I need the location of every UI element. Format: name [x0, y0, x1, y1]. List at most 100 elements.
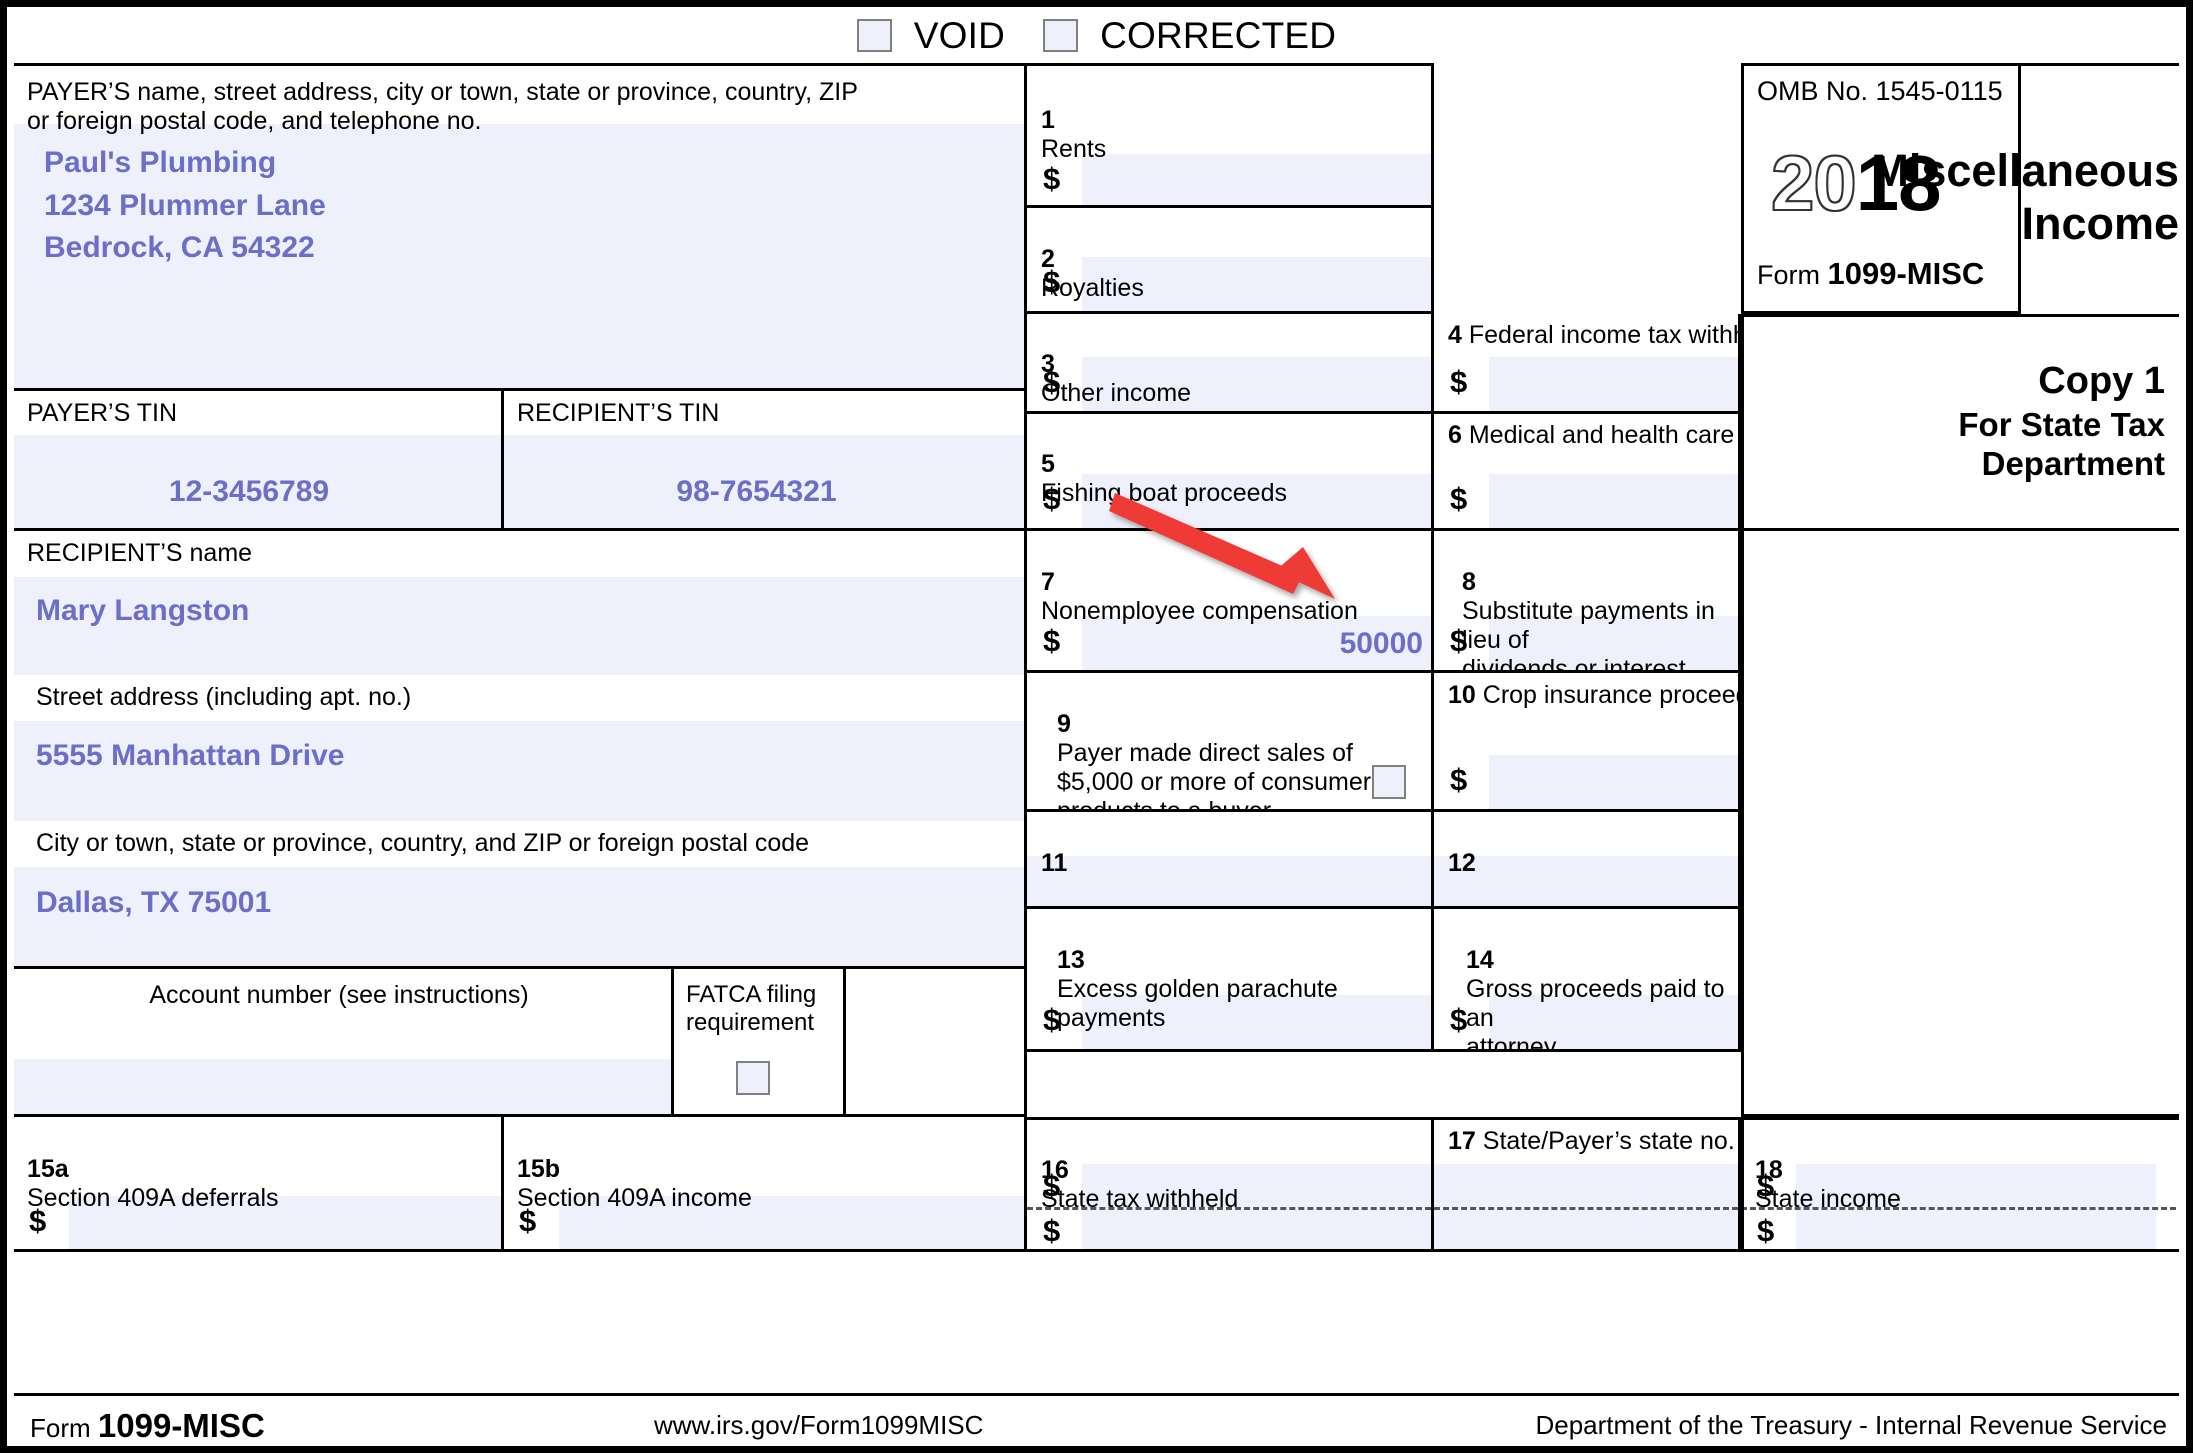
- box-15a-dollar-sign: $: [29, 1203, 47, 1238]
- recipient-city-block[interactable]: City or town, state or province, country…: [14, 821, 1027, 969]
- box-8-number: 8: [1462, 568, 1476, 596]
- box-17-divider: [1434, 1207, 1738, 1210]
- recipient-name-value: Mary Langston: [36, 594, 250, 627]
- box-3[interactable]: 3 Other income $: [1027, 314, 1434, 414]
- fatca-checkbox[interactable]: [736, 1061, 770, 1095]
- recipient-name-block[interactable]: RECIPIENT’S name Mary Langston: [14, 531, 1027, 675]
- void-checkbox[interactable]: [856, 18, 892, 52]
- box-12-shade: [1434, 856, 1738, 906]
- box-10-dollar-sign: $: [1450, 762, 1468, 797]
- box-8[interactable]: 8 Substitute payments in lieu of dividen…: [1434, 531, 1741, 673]
- box-16-dollar-sign-bottom: $: [1043, 1213, 1061, 1248]
- box-2[interactable]: 2 Royalties $: [1027, 208, 1434, 314]
- box-18-dollar-sign-top: $: [1757, 1168, 1775, 1203]
- box-17-shade-bottom: [1434, 1209, 1738, 1249]
- box-2-dollar-sign: $: [1043, 264, 1061, 299]
- box-15b-dollar-sign: $: [519, 1203, 537, 1238]
- box-13-dollar-sign: $: [1043, 1002, 1061, 1037]
- box-15a[interactable]: 15a Section 409A deferrals $: [14, 1117, 504, 1252]
- box-5[interactable]: 5 Fishing boat proceeds $: [1027, 414, 1434, 531]
- box-13[interactable]: 13 Excess golden parachute payments $: [1027, 909, 1434, 1052]
- box-18-dollar-sign-bottom: $: [1757, 1213, 1775, 1248]
- box-4-number: 4: [1448, 321, 1462, 349]
- void-label: VOID: [913, 14, 1006, 56]
- form-1099-misc-page: VOID CORRECTED PAYER’S name, street addr…: [0, 0, 2193, 1453]
- box-10-shade: [1489, 755, 1738, 809]
- box-7-label: Nonemployee compensation: [1041, 597, 1358, 625]
- box-17-number: 17: [1448, 1127, 1476, 1155]
- box-18[interactable]: 18 State income $ $: [1741, 1117, 2179, 1252]
- box-6-number: 6: [1448, 421, 1462, 449]
- box-14[interactable]: 14 Gross proceeds paid to an attorney $: [1434, 909, 1741, 1052]
- box-9[interactable]: 9 Payer made direct sales of $5,000 or m…: [1027, 673, 1434, 812]
- box-4[interactable]: 4 Federal income tax withheld $: [1434, 314, 1741, 414]
- box-15a-number: 15a: [27, 1155, 69, 1183]
- account-number-block[interactable]: Account number (see instructions): [14, 969, 674, 1117]
- box-1-shade: [1082, 154, 1431, 205]
- footer-form-word: Form: [30, 1413, 91, 1443]
- box-5-number: 5: [1041, 450, 1055, 478]
- box-10-label: Crop insurance proceeds: [1482, 681, 1741, 709]
- fatca-filler-block: [846, 969, 1027, 1117]
- fatca-block[interactable]: FATCA filing requirement: [674, 969, 846, 1117]
- box-16[interactable]: 16 State tax withheld $ $: [1027, 1117, 1434, 1252]
- box-4-label: Federal income tax withheld: [1468, 321, 1738, 349]
- recipient-tin-label: RECIPIENT’S TIN: [517, 399, 720, 427]
- box-6[interactable]: 6 Medical and health care payments $: [1434, 414, 1741, 531]
- box-9-number: 9: [1057, 710, 1071, 738]
- box-6-label: Medical and health care payments: [1468, 421, 1738, 449]
- recipient-tin-block[interactable]: RECIPIENT’S TIN 98-7654321: [504, 391, 1027, 531]
- footer-form-line: Form 1099-MISC: [30, 1407, 265, 1445]
- right-empty-column: [1741, 531, 2179, 1117]
- box-14-label: Gross proceeds paid to an attorney: [1466, 975, 1725, 1052]
- box-7-value: 50000: [1339, 627, 1423, 660]
- page-title: Miscellaneous Income: [1871, 145, 2179, 249]
- box-17-shade-top: [1434, 1164, 1738, 1208]
- corrected-checkbox-group[interactable]: CORRECTED: [1043, 17, 1336, 54]
- box-12-number: 12: [1448, 849, 1476, 877]
- box-9-checkbox[interactable]: [1372, 765, 1406, 799]
- box-15b-number: 15b: [517, 1155, 561, 1183]
- form-number-line: Form 1099-MISC: [1757, 256, 1984, 292]
- box-1[interactable]: 1 Rents $: [1027, 63, 1434, 208]
- right-column-divider: [1741, 63, 1744, 1252]
- box-11-number: 11: [1041, 849, 1068, 877]
- recipient-street-block[interactable]: Street address (including apt. no.) 5555…: [14, 675, 1027, 821]
- form-footer: Form 1099-MISC www.irs.gov/Form1099MISC …: [14, 1393, 2179, 1446]
- fatca-label: FATCA filing requirement: [686, 981, 817, 1036]
- recipient-city-label: City or town, state or province, country…: [36, 829, 810, 857]
- recipient-tin-value: 98-7654321: [676, 475, 837, 508]
- recipient-street-value: 5555 Manhattan Drive: [36, 739, 345, 772]
- box-18-shade-bottom: [1796, 1209, 2156, 1249]
- box-15b[interactable]: 15b Section 409A income $: [504, 1117, 1027, 1252]
- box-16-dollar-sign-top: $: [1043, 1168, 1061, 1203]
- corrected-checkbox[interactable]: [1043, 18, 1079, 52]
- form-number: 1099-MISC: [1827, 256, 1985, 291]
- footer-form-number: 1099-MISC: [97, 1407, 265, 1444]
- payer-block[interactable]: PAYER’S name, street address, city or to…: [14, 63, 1027, 391]
- box-17[interactable]: 17 State/Payer’s state no.: [1434, 1117, 1741, 1252]
- box-5-dollar-sign: $: [1043, 481, 1061, 516]
- box-11[interactable]: 11: [1027, 812, 1434, 909]
- box-7[interactable]: 7 Nonemployee compensation $ 50000: [1027, 531, 1434, 673]
- box-7-dollar-sign: $: [1043, 623, 1061, 658]
- payer-tin-block[interactable]: PAYER’S TIN 12-3456789: [14, 391, 504, 531]
- void-checkbox-group[interactable]: VOID: [856, 14, 1006, 56]
- box-7-number: 7: [1041, 568, 1055, 596]
- box-12[interactable]: 12: [1434, 812, 1741, 909]
- box-14-number: 14: [1466, 946, 1494, 974]
- recipient-street-label: Street address (including apt. no.): [36, 683, 412, 711]
- box-16-divider: [1027, 1207, 1431, 1210]
- copy-block: Copy 1 For State Tax Department: [1741, 314, 2179, 531]
- payer-tin-label: PAYER’S TIN: [27, 399, 178, 427]
- box-10[interactable]: 10 Crop insurance proceeds $: [1434, 673, 1741, 812]
- box-15b-label: Section 409A income: [517, 1184, 752, 1212]
- box-6-dollar-sign: $: [1450, 481, 1468, 516]
- payer-label: PAYER’S name, street address, city or to…: [27, 78, 858, 135]
- account-number-shade: [14, 1059, 671, 1114]
- box-9-label: Payer made direct sales of $5,000 or mor…: [1057, 739, 1372, 812]
- box-1-dollar-sign: $: [1043, 161, 1061, 196]
- box-4-shade: [1489, 357, 1738, 411]
- box-11-shade: [1027, 856, 1431, 906]
- recipient-city-value: Dallas, TX 75001: [36, 886, 272, 919]
